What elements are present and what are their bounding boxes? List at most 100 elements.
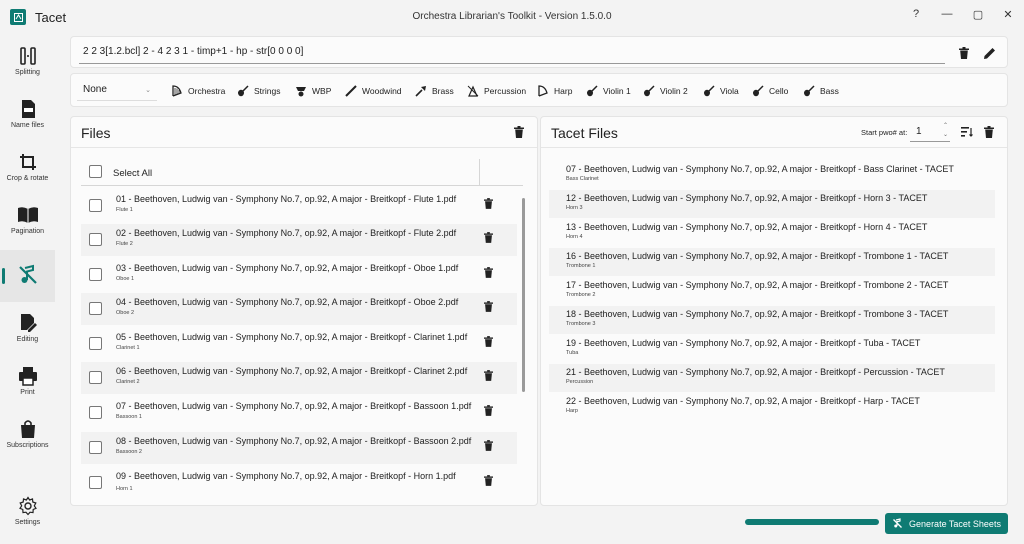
tacet-row[interactable]: 18 - Beethoven, Ludwig van - Symphony No… (549, 306, 995, 334)
brass-button[interactable]: Brass (415, 83, 454, 99)
sidebar: Splitting Name files Crop & rotate Pagin… (0, 34, 55, 544)
delete-file-button[interactable] (484, 440, 493, 454)
cello-button[interactable]: Cello (752, 83, 788, 99)
clear-files-button[interactable] (508, 121, 530, 143)
list-header-line (81, 185, 523, 186)
tacet-row[interactable]: 19 - Beethoven, Ludwig van - Symphony No… (549, 335, 995, 363)
formula-underline (79, 63, 945, 64)
file-row[interactable]: 03 - Beethoven, Ludwig van - Symphony No… (81, 259, 517, 291)
file-checkbox[interactable] (89, 441, 102, 454)
violin-2-button[interactable]: Violin 2 (643, 83, 688, 99)
file-name: 08 - Beethoven, Ludwig van - Symphony No… (116, 436, 472, 446)
orchestra-button[interactable]: Orchestra (171, 83, 225, 99)
file-checkbox[interactable] (89, 268, 102, 281)
delete-file-button[interactable] (484, 267, 493, 281)
file-checkbox[interactable] (89, 233, 102, 246)
file-row[interactable]: 07 - Beethoven, Ludwig van - Symphony No… (81, 397, 517, 429)
file-name: 04 - Beethoven, Ludwig van - Symphony No… (116, 297, 459, 307)
start-pwo-input[interactable]: 1 ⌃ ⌄ (910, 122, 950, 142)
delete-file-button[interactable] (484, 232, 493, 246)
sidebar-item-settings[interactable]: Settings (0, 492, 55, 544)
file-row[interactable]: 06 - Beethoven, Ludwig van - Symphony No… (81, 362, 517, 394)
tacet-row[interactable]: 17 - Beethoven, Ludwig van - Symphony No… (549, 277, 995, 305)
tacet-file-name: 13 - Beethoven, Ludwig van - Symphony No… (566, 222, 928, 232)
woodwind-button[interactable]: Woodwind (345, 83, 402, 99)
sidebar-item-pagination[interactable]: Pagination (0, 201, 55, 253)
delete-file-button[interactable] (484, 301, 493, 315)
instrument-toolbar: None ⌄ Orchestra Strings WBP Woodwind Br… (70, 73, 1008, 107)
sidebar-item-editing[interactable]: Editing (0, 309, 55, 361)
clear-formula-button[interactable] (953, 42, 975, 64)
tacet-row[interactable]: 07 - Beethoven, Ludwig van - Symphony No… (549, 161, 995, 189)
file-part: Flute 1 (116, 207, 133, 213)
file-row[interactable]: 08 - Beethoven, Ludwig van - Symphony No… (81, 432, 517, 464)
harp-button[interactable]: Harp (537, 83, 572, 99)
file-name: 02 - Beethoven, Ludwig van - Symphony No… (116, 228, 457, 238)
sidebar-item-name-files[interactable]: Name files (0, 95, 55, 147)
tacet-file-name: 21 - Beethoven, Ludwig van - Symphony No… (566, 367, 945, 377)
delete-file-button[interactable] (484, 336, 493, 350)
file-checkbox[interactable] (89, 337, 102, 350)
trash-icon (484, 232, 493, 243)
delete-file-button[interactable] (484, 405, 493, 419)
trash-icon (484, 301, 493, 312)
panel-divider (541, 147, 1007, 148)
file-row[interactable]: 09 - Beethoven, Ludwig van - Symphony No… (81, 467, 517, 495)
sidebar-item-tacet[interactable] (0, 250, 55, 302)
pwo-spinner[interactable]: ⌃ ⌄ (943, 122, 948, 140)
tacet-row[interactable]: 22 - Beethoven, Ludwig van - Symphony No… (549, 393, 995, 421)
tacet-row[interactable]: 13 - Beethoven, Ludwig van - Symphony No… (549, 219, 995, 247)
file-checkbox[interactable] (89, 199, 102, 212)
tacet-row[interactable]: 16 - Beethoven, Ludwig van - Symphony No… (549, 248, 995, 276)
delete-file-button[interactable] (484, 475, 493, 489)
edit-icon (20, 314, 37, 332)
formula-input[interactable]: 2 2 3[1.2.bcl] 2 - 4 2 3 1 - timp+1 - hp… (83, 46, 303, 57)
delete-file-button[interactable] (484, 198, 493, 212)
trash-icon (959, 47, 969, 59)
file-part: Bassoon 2 (116, 449, 142, 455)
sidebar-item-splitting[interactable]: Splitting (0, 42, 55, 94)
file-checkbox[interactable] (89, 406, 102, 419)
sidebar-item-label: Editing (16, 336, 39, 343)
wbp-button[interactable]: WBP (295, 83, 331, 99)
trash-icon (514, 126, 524, 138)
sidebar-item-print[interactable]: Print (0, 362, 55, 414)
trumpet-icon (415, 86, 426, 97)
sort-tacet-button[interactable] (956, 121, 978, 143)
maximize-button[interactable]: ▢ (965, 4, 991, 24)
chevron-up-icon[interactable]: ⌃ (943, 122, 948, 131)
file-checkbox[interactable] (89, 476, 102, 489)
sidebar-item-crop-rotate[interactable]: Crop & rotate (0, 148, 55, 200)
clear-tacet-button[interactable] (978, 121, 1000, 143)
tacet-row[interactable]: 12 - Beethoven, Ludwig van - Symphony No… (549, 190, 995, 218)
file-checkbox[interactable] (89, 371, 102, 384)
percussion-button[interactable]: Percussion (467, 83, 526, 99)
preset-select[interactable]: None ⌄ (77, 79, 157, 101)
delete-file-button[interactable] (484, 370, 493, 384)
minimize-button[interactable]: — (934, 4, 960, 24)
file-row[interactable]: 04 - Beethoven, Ludwig van - Symphony No… (81, 293, 517, 325)
edit-formula-button[interactable] (979, 42, 1001, 64)
violin-1-button[interactable]: Violin 1 (586, 83, 631, 99)
app-logo-icon (10, 9, 26, 25)
files-panel: Files Select All 01 - Beethoven, Ludwig … (70, 116, 538, 506)
file-checkbox[interactable] (89, 302, 102, 315)
bass-button[interactable]: Bass (803, 83, 839, 99)
viola-button[interactable]: Viola (703, 83, 739, 99)
close-button[interactable]: ✕ (995, 4, 1021, 24)
files-scrollbar[interactable] (522, 198, 525, 392)
file-row[interactable]: 01 - Beethoven, Ludwig van - Symphony No… (81, 190, 517, 222)
splitting-icon (19, 47, 36, 65)
tacet-row[interactable]: 21 - Beethoven, Ludwig van - Symphony No… (549, 364, 995, 392)
tacet-file-part: Trombone 3 (566, 321, 596, 327)
generate-tacet-button[interactable]: Generate Tacet Sheets (885, 513, 1008, 534)
file-name: 06 - Beethoven, Ludwig van - Symphony No… (116, 366, 468, 376)
select-all-checkbox[interactable] (89, 165, 102, 178)
sidebar-item-subscriptions[interactable]: Subscriptions (0, 415, 55, 467)
help-button[interactable]: ? (903, 4, 929, 24)
pencil-icon (984, 48, 995, 59)
chevron-down-icon[interactable]: ⌄ (943, 131, 948, 140)
file-row[interactable]: 05 - Beethoven, Ludwig van - Symphony No… (81, 328, 517, 360)
file-row[interactable]: 02 - Beethoven, Ludwig van - Symphony No… (81, 224, 517, 256)
strings-button[interactable]: Strings (237, 83, 280, 99)
